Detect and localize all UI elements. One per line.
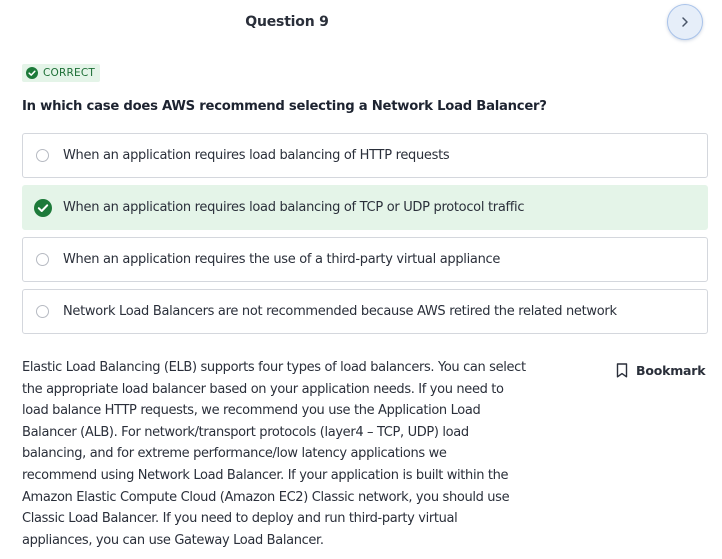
radio-button[interactable] [36,253,49,266]
answer-explanation: Elastic Load Balancing (ELB) supports fo… [22,357,537,551]
answer-option[interactable]: Network Load Balancers are not recommend… [22,289,708,334]
explanation-line: load balance HTTP requests, we recommend… [22,403,481,419]
explanation-line: balancing, and for extreme performance/l… [22,446,447,462]
answer-option-label: When an application requires load balanc… [63,148,450,163]
bookmark-icon [616,363,628,378]
bookmark-label: Bookmark [636,363,706,378]
answer-option[interactable]: When an application requires the use of … [22,237,708,282]
quiz-page: Question 9 CORRECT In which case does AW… [0,0,722,559]
answer-option[interactable]: When an application requires load balanc… [22,133,708,178]
explanation-line: Elastic Load Balancing (ELB) supports fo… [22,360,526,375]
explanation-line: Balancer (ALB). For network/transport pr… [22,424,469,440]
check-circle-icon [34,199,52,217]
answer-options-list: When an application requires load balanc… [22,133,708,341]
answer-option-label: Network Load Balancers are not recommend… [63,304,617,319]
explanation-line: the appropriate load balancer based on y… [22,381,504,397]
bookmark-button[interactable]: Bookmark [616,363,706,378]
question-text: In which case does AWS recommend selecti… [22,99,547,114]
check-circle-icon [26,67,38,79]
answer-option-label: When an application requires the use of … [63,252,501,267]
status-label: CORRECT [43,67,95,79]
explanation-line: Classic Load Balancer. If you need to de… [22,511,458,527]
explanation-line: recommend using Network Load Balancer. I… [22,467,509,483]
explanation-line: appliances, you can use Gateway Load Bal… [22,532,324,548]
radio-button[interactable] [36,149,49,162]
question-number-title: Question 9 [245,14,329,30]
chevron-right-icon [679,16,691,28]
explanation-line: Amazon Elastic Compute Cloud (Amazon EC2… [22,489,510,505]
status-badge: CORRECT [22,64,100,82]
radio-button[interactable] [36,305,49,318]
next-question-button[interactable] [667,4,703,40]
answer-option-selected[interactable]: When an application requires load balanc… [22,185,708,230]
answer-option-label: When an application requires load balanc… [63,200,525,215]
